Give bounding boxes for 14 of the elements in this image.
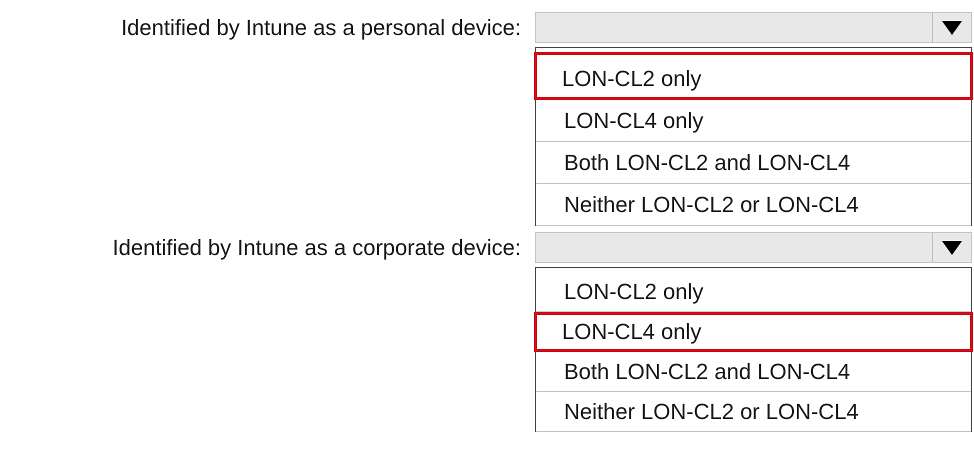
dropdown-option[interactable]: Both LON-CL2 and LON-CL4: [536, 352, 971, 392]
caret-icon[interactable]: [942, 20, 962, 34]
dropdown-option[interactable]: LON-CL4 only: [536, 100, 971, 142]
dropdown-option[interactable]: LON-CL2 only: [536, 272, 971, 312]
question-label: Identified by Intune as a personal device:: [121, 14, 522, 42]
dropdown-option[interactable]: Neither LON-CL2 or LON-CL4: [536, 184, 971, 226]
dropdown-option[interactable]: LON-CL2 only: [534, 52, 973, 100]
dropdown-field[interactable]: [535, 232, 972, 263]
dropdown-option[interactable]: LON-CL4 only: [534, 312, 973, 352]
dropdown-field[interactable]: [535, 12, 972, 43]
question-label: Identified by Intune as a corporate device:: [112, 234, 522, 262]
caret-icon[interactable]: [942, 240, 962, 254]
dropdown-option[interactable]: Neither LON-CL2 or LON-CL4: [536, 392, 971, 432]
dropdown-option[interactable]: Both LON-CL2 and LON-CL4: [536, 142, 971, 184]
